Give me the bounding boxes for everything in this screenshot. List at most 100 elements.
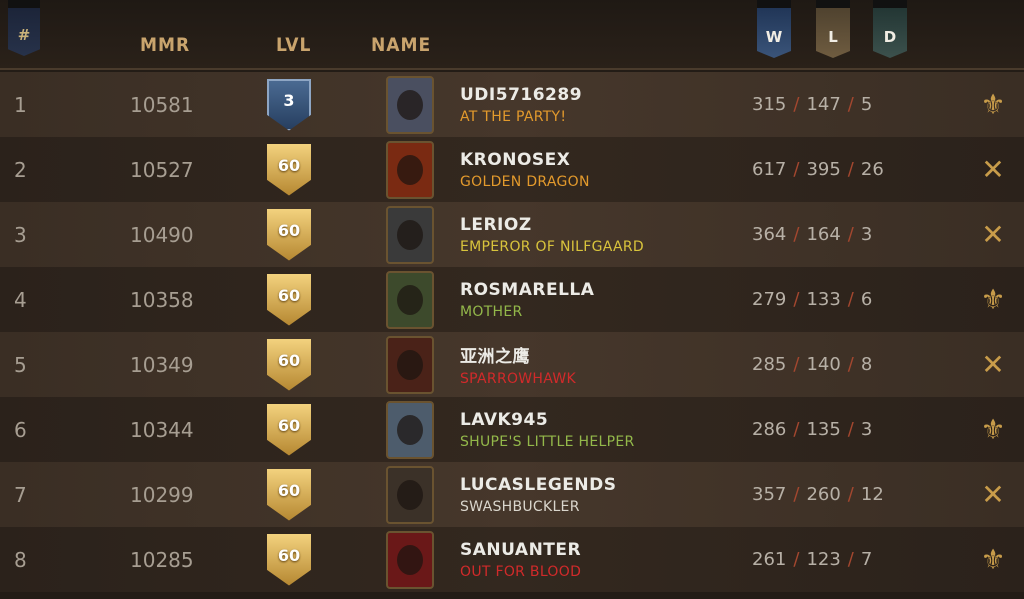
- win-loss-draw: 279 / 133 / 6: [752, 267, 902, 332]
- player-avatar[interactable]: [386, 271, 434, 329]
- leaderboard-row[interactable]: 4 10358 60 ROSMARELLA MOTHER 279 / 133 / 6 ⚜: [0, 267, 1024, 332]
- losses-value: 147: [806, 94, 841, 115]
- separator: /: [847, 419, 854, 440]
- wins-value: 357: [752, 484, 787, 505]
- level-column-header[interactable]: LVL: [276, 34, 311, 56]
- leaderboard-row[interactable]: 7 10299 60 LUCASLEGENDS SWASHBUCKLER 357 / 260 /…: [0, 462, 1024, 527]
- win-loss-draw: 315 / 147 / 5: [752, 72, 902, 137]
- player-name[interactable]: SANUANTER: [460, 540, 581, 560]
- rank-number: 4: [14, 287, 27, 312]
- losses-value: 260: [806, 484, 841, 505]
- rank-column-banner[interactable]: #: [8, 0, 40, 56]
- separator: /: [793, 354, 800, 375]
- player-name[interactable]: 亚洲之鹰: [460, 342, 530, 367]
- wins-column-banner[interactable]: W: [757, 0, 791, 58]
- player-title: MOTHER: [460, 303, 523, 320]
- rank-number: 8: [14, 547, 27, 572]
- level-shield-icon: 60: [267, 143, 311, 196]
- wins-value: 279: [752, 289, 787, 310]
- level-badge: 60: [264, 267, 314, 332]
- player-avatar[interactable]: [386, 401, 434, 459]
- losses-column-label: L: [828, 28, 838, 46]
- rank-number: 6: [14, 417, 27, 442]
- level-shield-icon: 60: [267, 273, 311, 326]
- name-column-header[interactable]: NAME: [371, 34, 431, 56]
- player-avatar[interactable]: [386, 336, 434, 394]
- leaderboard-row[interactable]: 6 10344 60 LAVK945 SHUPE'S LITTLE HELPER 286 /…: [0, 397, 1024, 462]
- level-shield-icon: 3: [267, 78, 311, 131]
- leaderboard-row[interactable]: 2 10527 60 KRONOSEX GOLDEN DRAGON 617 / 395 / 26 ✕: [0, 137, 1024, 202]
- level-shield-icon: 60: [267, 403, 311, 456]
- draws-value: 5: [860, 94, 873, 115]
- player-title: EMPEROR OF NILFGAARD: [460, 238, 645, 255]
- rank-number: 2: [14, 157, 27, 182]
- player-info: LAVK945 SHUPE'S LITTLE HELPER: [460, 397, 635, 462]
- crossed-arrows-icon: ✕: [981, 218, 1005, 251]
- player-name[interactable]: LAVK945: [460, 410, 548, 430]
- draws-value: 6: [860, 289, 873, 310]
- draws-value: 3: [860, 224, 873, 245]
- player-avatar[interactable]: [386, 206, 434, 264]
- losses-value: 395: [806, 159, 841, 180]
- separator: /: [793, 94, 800, 115]
- leaderboard-row[interactable]: 8 10285 60 SANUANTER OUT FOR BLOOD 261 / 123 / 7 ⚜: [0, 527, 1024, 592]
- win-loss-draw: 617 / 395 / 26: [752, 137, 902, 202]
- player-avatar[interactable]: [386, 141, 434, 199]
- player-avatar[interactable]: [386, 76, 434, 134]
- draws-value: 26: [860, 159, 884, 180]
- avatar-portrait-icon: [397, 480, 423, 510]
- separator: /: [793, 289, 800, 310]
- player-name[interactable]: ROSMARELLA: [460, 280, 594, 300]
- player-title: SWASHBUCKLER: [460, 498, 580, 515]
- wins-value: 364: [752, 224, 787, 245]
- level-value: 60: [277, 351, 301, 370]
- wins-column-label: W: [765, 28, 783, 46]
- draws-value: 7: [860, 549, 873, 570]
- win-loss-draw: 364 / 164 / 3: [752, 202, 902, 267]
- level-value: 60: [277, 481, 301, 500]
- avatar-portrait-icon: [397, 285, 423, 315]
- draws-column-label: D: [883, 28, 897, 46]
- level-value: 60: [277, 416, 301, 435]
- separator: /: [793, 224, 800, 245]
- level-badge: 3: [264, 72, 314, 137]
- avatar-portrait-icon: [397, 155, 423, 185]
- player-title: SHUPE'S LITTLE HELPER: [460, 433, 635, 450]
- fleur-icon: ⚜: [980, 88, 1006, 121]
- player-name[interactable]: KRONOSEX: [460, 150, 570, 170]
- leaderboard-row[interactable]: 1 10581 3 UDI5716289 AT THE PARTY! 315 / 147 / 5 ⚜: [0, 72, 1024, 137]
- leaderboard-row[interactable]: 3 10490 60 LERIOZ EMPEROR OF NILFGAARD 364 / 16…: [0, 202, 1024, 267]
- separator: /: [793, 419, 800, 440]
- level-value: 60: [277, 546, 301, 565]
- mmr-value: 10527: [130, 157, 194, 182]
- player-name[interactable]: UDI5716289: [460, 85, 582, 105]
- player-title: GOLDEN DRAGON: [460, 173, 590, 190]
- player-info: LERIOZ EMPEROR OF NILFGAARD: [460, 202, 644, 267]
- losses-value: 140: [806, 354, 841, 375]
- wins-value: 261: [752, 549, 787, 570]
- player-avatar[interactable]: [386, 531, 434, 589]
- draws-value: 8: [860, 354, 873, 375]
- player-info: LUCASLEGENDS SWASHBUCKLER: [460, 462, 617, 527]
- leaderboard-rows: 1 10581 3 UDI5716289 AT THE PARTY! 315 / 147 / 5 ⚜…: [0, 72, 1024, 592]
- win-loss-draw: 286 / 135 / 3: [752, 397, 902, 462]
- draws-column-banner[interactable]: D: [873, 0, 907, 58]
- player-name[interactable]: LERIOZ: [460, 215, 532, 235]
- losses-column-banner[interactable]: L: [816, 0, 850, 58]
- mmr-value: 10344: [130, 417, 194, 442]
- player-info: KRONOSEX GOLDEN DRAGON: [460, 137, 590, 202]
- wins-value: 285: [752, 354, 787, 375]
- separator: /: [847, 549, 854, 570]
- separator: /: [793, 484, 800, 505]
- mmr-value: 10299: [130, 482, 194, 507]
- separator: /: [847, 354, 854, 375]
- player-name[interactable]: LUCASLEGENDS: [460, 475, 617, 495]
- win-loss-draw: 285 / 140 / 8: [752, 332, 902, 397]
- losses-value: 123: [806, 549, 841, 570]
- avatar-portrait-icon: [397, 415, 423, 445]
- player-avatar[interactable]: [386, 466, 434, 524]
- leaderboard-row[interactable]: 5 10349 60 亚洲之鹰 SPARROWHAWK 285 / 140 / 8 ✕: [0, 332, 1024, 397]
- level-badge: 60: [264, 202, 314, 267]
- separator: /: [847, 94, 854, 115]
- mmr-column-header[interactable]: MMR: [140, 34, 190, 56]
